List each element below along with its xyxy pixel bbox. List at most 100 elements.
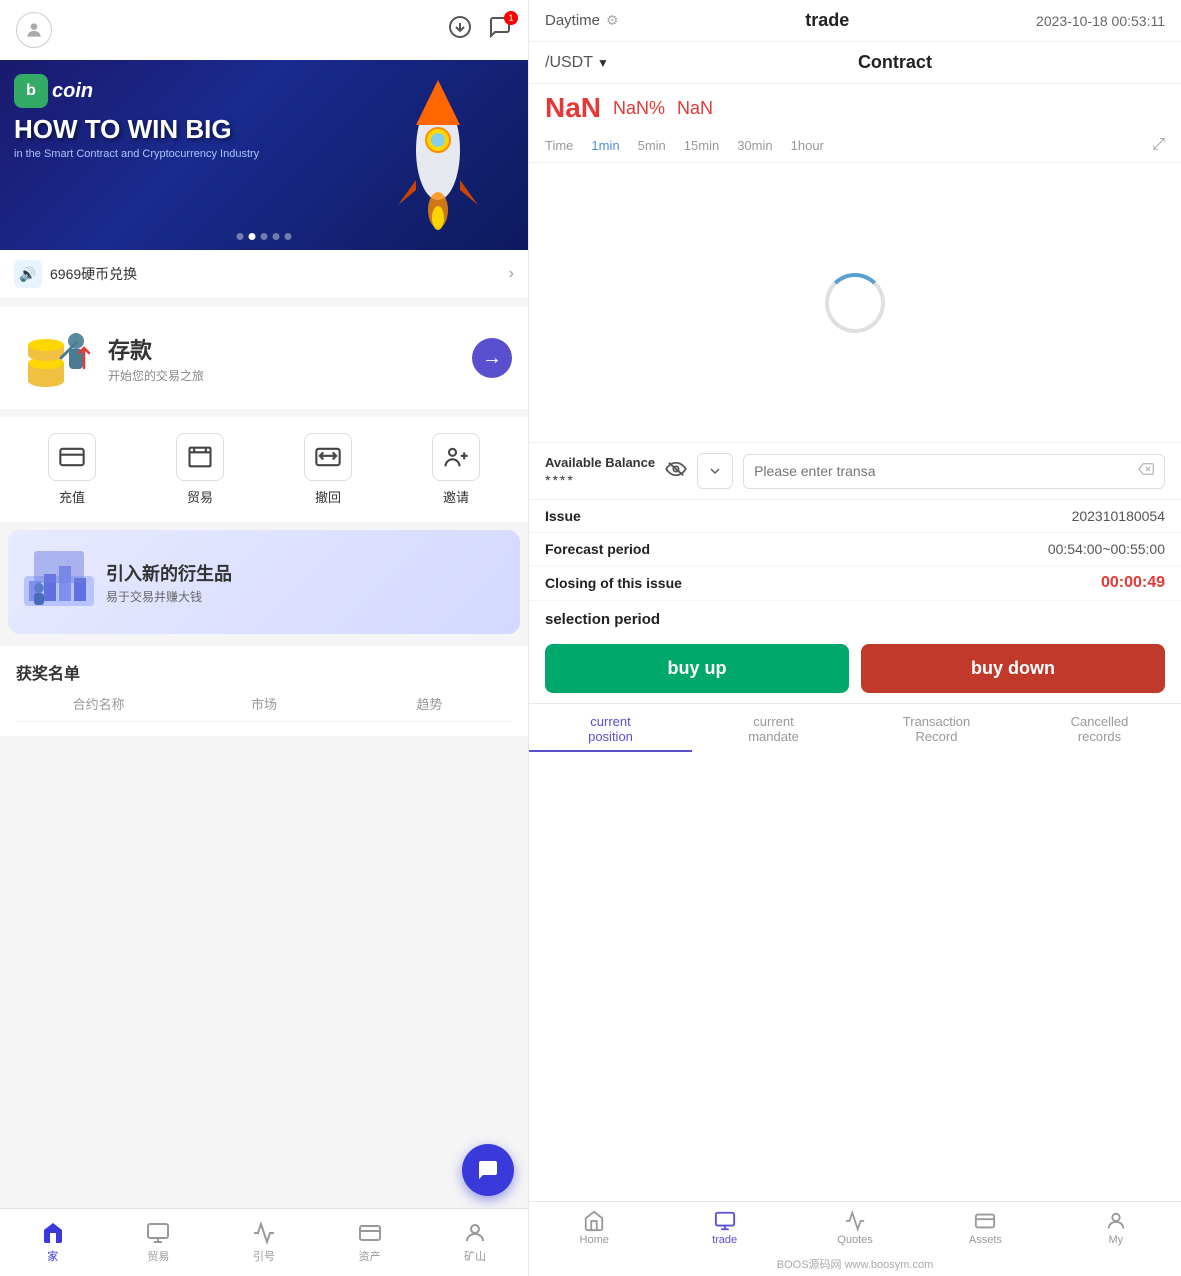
price-row: NaN NaN% NaN	[529, 84, 1181, 132]
right-nav-assets-label: Assets	[969, 1234, 1002, 1246]
selection-period-label: selection period	[545, 611, 660, 628]
announce-arrow: ›	[509, 265, 514, 283]
left-nav-home-label: 家	[47, 1248, 58, 1264]
deposit-subtitle: 开始您的交易之旅	[108, 367, 460, 384]
menu-label-invite: 邀请	[443, 487, 469, 506]
right-nav-home[interactable]: Home	[529, 1202, 659, 1252]
time-15min[interactable]: 15min	[684, 138, 719, 153]
left-nav-mining[interactable]: 矿山	[422, 1221, 528, 1264]
menu-label-recharge: 充值	[59, 487, 85, 506]
time-row: Time 1min 5min 15min 30min 1hour ⤢	[529, 132, 1181, 163]
avatar[interactable]	[16, 12, 52, 48]
tab-cancelled-records-label: Cancelled records	[1071, 714, 1129, 744]
derivatives-banner[interactable]: 引入新的衍生品 易于交易并赚大钱	[8, 530, 520, 634]
transaction-input[interactable]	[754, 463, 1138, 479]
deposit-illustration	[16, 323, 96, 393]
message-icon[interactable]: 1	[488, 15, 512, 45]
pair-dropdown-arrow: ▼	[597, 56, 609, 70]
deposit-info: 存款 开始您的交易之旅	[108, 333, 460, 384]
closing-row: Closing of this issue 00:00:49	[529, 566, 1181, 601]
time-30min[interactable]: 30min	[737, 138, 772, 153]
chat-fab[interactable]	[462, 1144, 514, 1196]
derivatives-text: 引入新的衍生品 易于交易并赚大钱	[106, 560, 232, 605]
menu-item-withdraw[interactable]: 撤回	[304, 433, 352, 506]
right-nav-quotes[interactable]: Quotes	[790, 1202, 920, 1252]
issue-row: Issue 202310180054	[529, 500, 1181, 533]
deposit-title: 存款	[108, 333, 460, 365]
topbar-datetime: 2023-10-18 00:53:11	[1036, 13, 1165, 29]
right-bottom-nav: Home trade Quotes Assets My	[529, 1201, 1181, 1252]
time-1hour[interactable]: 1hour	[791, 138, 824, 153]
tab-current-position[interactable]: current position	[529, 704, 692, 752]
contract-pair[interactable]: /USDT ▼	[545, 54, 609, 72]
banner-logo-icon: b	[14, 74, 48, 108]
issue-key: Issue	[545, 508, 581, 524]
winners-col-trend: 趋势	[347, 694, 512, 713]
announcement-left: 🔊 6969硬币兑换	[14, 260, 137, 288]
expand-icon[interactable]: ⤢	[1152, 136, 1165, 154]
banner: b coin HOW TO WIN BIG in the Smart Contr…	[0, 60, 528, 250]
banner-dot-5[interactable]	[285, 233, 292, 240]
balance-row: Available Balance ****	[529, 443, 1181, 500]
banner-dot-4[interactable]	[273, 233, 280, 240]
left-panel: 1 b coin HOW TO WIN BIG in the Smart Con…	[0, 0, 528, 1276]
balance-info: Available Balance ****	[545, 455, 655, 488]
tab-current-mandate-label: current mandate	[748, 714, 799, 744]
banner-headline1: HOW TO WIN BIG	[14, 115, 259, 144]
buy-down-button[interactable]: buy down	[861, 644, 1165, 693]
balance-dropdown[interactable]	[697, 453, 733, 489]
invite-icon	[432, 433, 480, 481]
derivatives-subtitle: 易于交易并赚大钱	[106, 588, 232, 605]
right-nav-trade[interactable]: trade	[659, 1202, 789, 1252]
right-panel: Daytime ⚙ trade 2023-10-18 00:53:11 /USD…	[528, 0, 1181, 1276]
menu-item-invite[interactable]: 邀请	[432, 433, 480, 506]
left-nav-signals[interactable]: 引号	[211, 1221, 317, 1264]
clear-icon[interactable]	[1138, 461, 1154, 482]
deposit-section: 存款 开始您的交易之旅 →	[0, 307, 528, 409]
winners-header: 合约名称 市场 趋势	[16, 694, 512, 722]
right-nav-assets[interactable]: Assets	[920, 1202, 1050, 1252]
announcement-bar[interactable]: 🔊 6969硬币兑换 ›	[0, 250, 528, 299]
menu-label-trade: 贸易	[187, 487, 213, 506]
time-1min[interactable]: 1min	[591, 138, 619, 153]
tab-current-mandate[interactable]: current mandate	[692, 704, 855, 752]
left-nav-trade[interactable]: 贸易	[106, 1221, 212, 1264]
left-bottom-nav: 家 贸易 引号 资产 矿山	[0, 1208, 528, 1276]
chart-area	[529, 163, 1181, 443]
forecast-key: Forecast period	[545, 541, 650, 557]
eye-icon[interactable]	[665, 461, 687, 482]
left-nav-assets[interactable]: 资产	[317, 1221, 423, 1264]
winners-col-market: 市场	[181, 694, 346, 713]
menu-item-recharge[interactable]: 充值	[48, 433, 96, 506]
tab-cancelled-records[interactable]: Cancelled records	[1018, 704, 1181, 752]
tab-transaction-record-label: Transaction Record	[903, 714, 970, 744]
menu-item-trade[interactable]: 贸易	[176, 433, 224, 506]
banner-dot-2[interactable]	[249, 233, 256, 240]
right-nav-trade-label: trade	[712, 1234, 737, 1246]
left-nav-home[interactable]: 家	[0, 1221, 106, 1264]
banner-text: HOW TO WIN BIG in the Smart Contract and…	[14, 115, 259, 160]
banner-dot-3[interactable]	[261, 233, 268, 240]
download-icon[interactable]	[448, 15, 472, 45]
recharge-icon	[48, 433, 96, 481]
contract-header: /USDT ▼ Contract	[529, 42, 1181, 84]
tab-transaction-record[interactable]: Transaction Record	[855, 704, 1018, 752]
price-main: NaN	[545, 92, 601, 124]
topbar-daytime: Daytime	[545, 12, 600, 29]
time-label: Time	[545, 138, 573, 153]
buy-up-button[interactable]: buy up	[545, 644, 849, 693]
menu-label-withdraw: 撤回	[315, 487, 341, 506]
right-topbar-left: Daytime ⚙	[545, 12, 619, 29]
deposit-arrow-button[interactable]: →	[472, 338, 512, 378]
right-nav-my[interactable]: My	[1051, 1202, 1181, 1252]
left-nav-signals-label: 引号	[253, 1248, 275, 1264]
topbar-icons: 1	[448, 15, 512, 45]
transaction-input-wrap	[743, 454, 1165, 489]
banner-dots	[237, 233, 292, 240]
loading-spinner	[825, 273, 885, 333]
tab-current-position-label: current position	[588, 714, 633, 744]
winners-col-contract: 合约名称	[16, 694, 181, 713]
right-nav-my-label: My	[1108, 1234, 1123, 1246]
time-5min[interactable]: 5min	[638, 138, 666, 153]
topbar-trade: trade	[805, 10, 849, 31]
